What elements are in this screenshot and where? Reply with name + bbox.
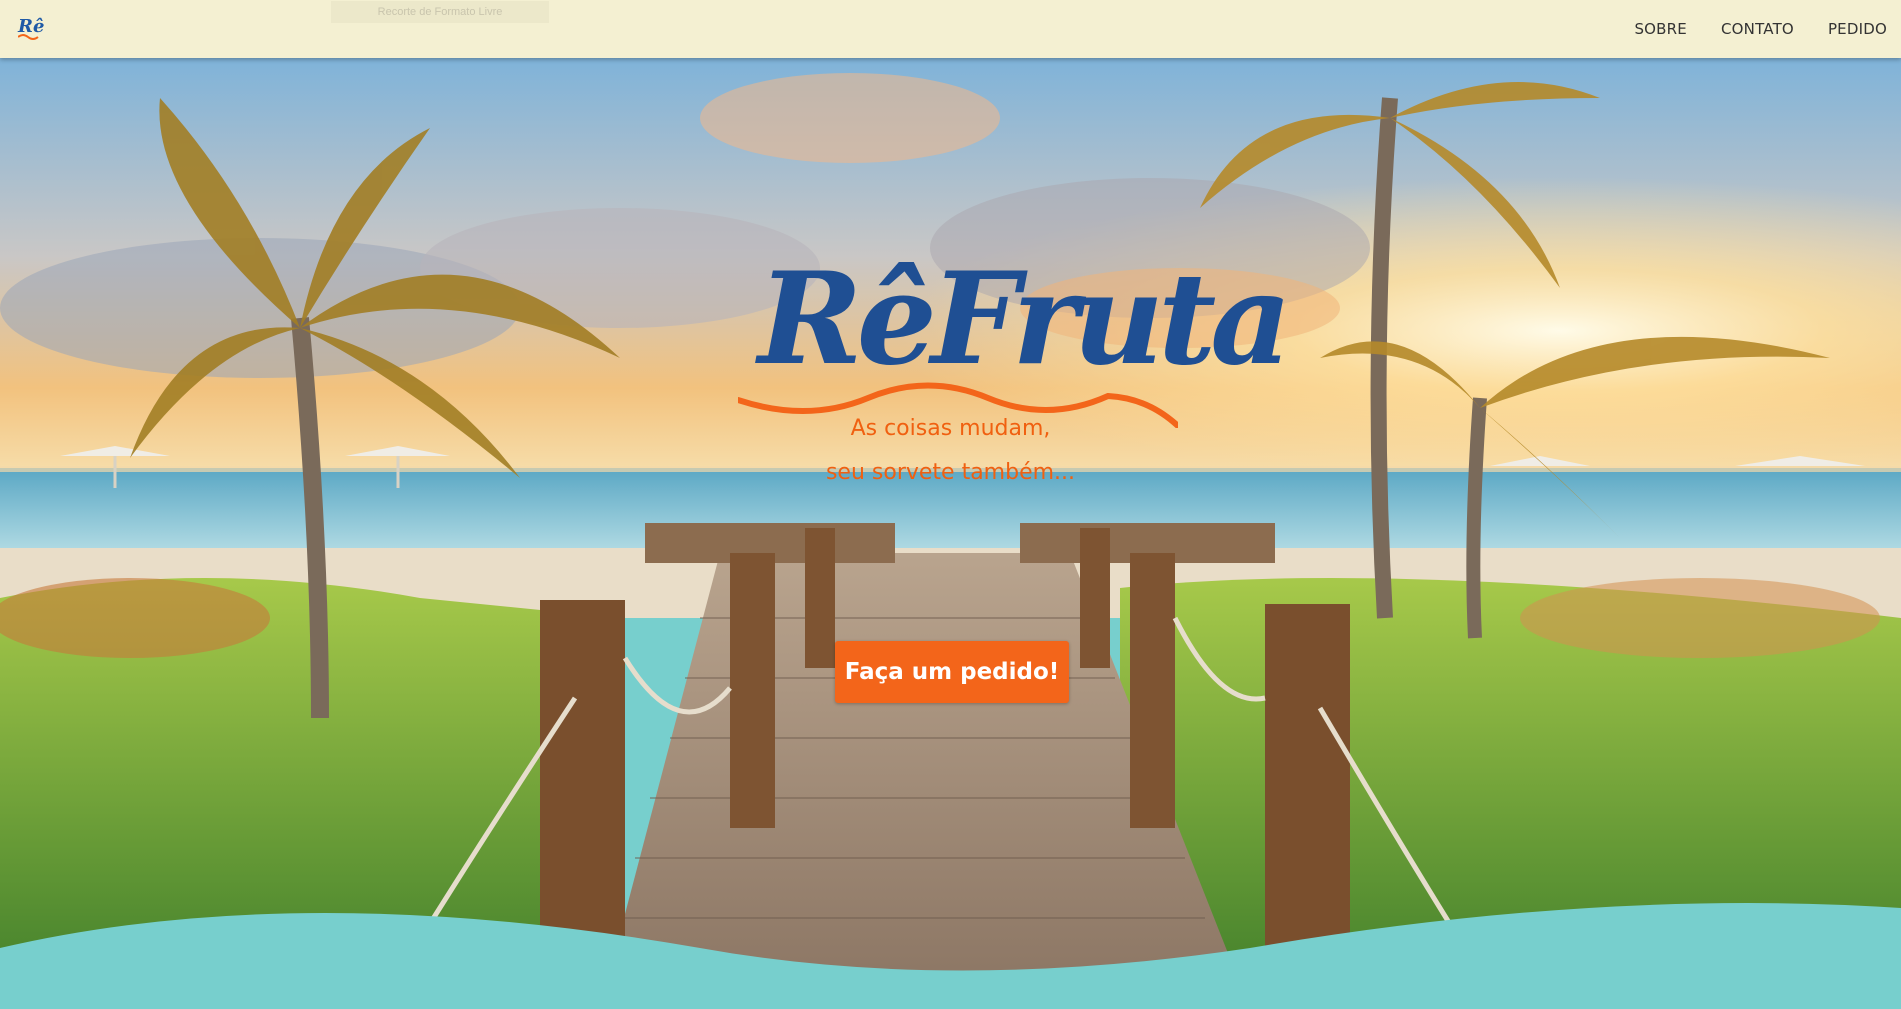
hero-section: RêFruta As coisas mudam, seu sorvete tam… <box>0 58 1901 1009</box>
nav-link-pedido[interactable]: PEDIDO <box>1828 20 1887 38</box>
bottom-wave-shape <box>0 903 1901 1009</box>
tagline-line-1: As coisas mudam, <box>850 416 1051 441</box>
crop-tooltip: Recorte de Formato Livre <box>331 1 549 23</box>
nav-link-contato[interactable]: CONTATO <box>1721 20 1794 38</box>
navbar: Rê Recorte de Formato Livre SOBRE CONTAT… <box>0 0 1901 58</box>
brand-name: RêFruta <box>758 245 1292 393</box>
logo-wave-icon <box>18 34 39 40</box>
nav-links: SOBRE CONTATO PEDIDO <box>1600 0 1887 58</box>
nav-logo[interactable]: Rê <box>18 18 44 40</box>
tagline-line-2: seu sorvete também... <box>825 460 1076 485</box>
order-button[interactable]: Faça um pedido! <box>835 641 1069 703</box>
nav-link-sobre[interactable]: SOBRE <box>1634 20 1687 38</box>
page: Rê Recorte de Formato Livre SOBRE CONTAT… <box>0 0 1901 1009</box>
